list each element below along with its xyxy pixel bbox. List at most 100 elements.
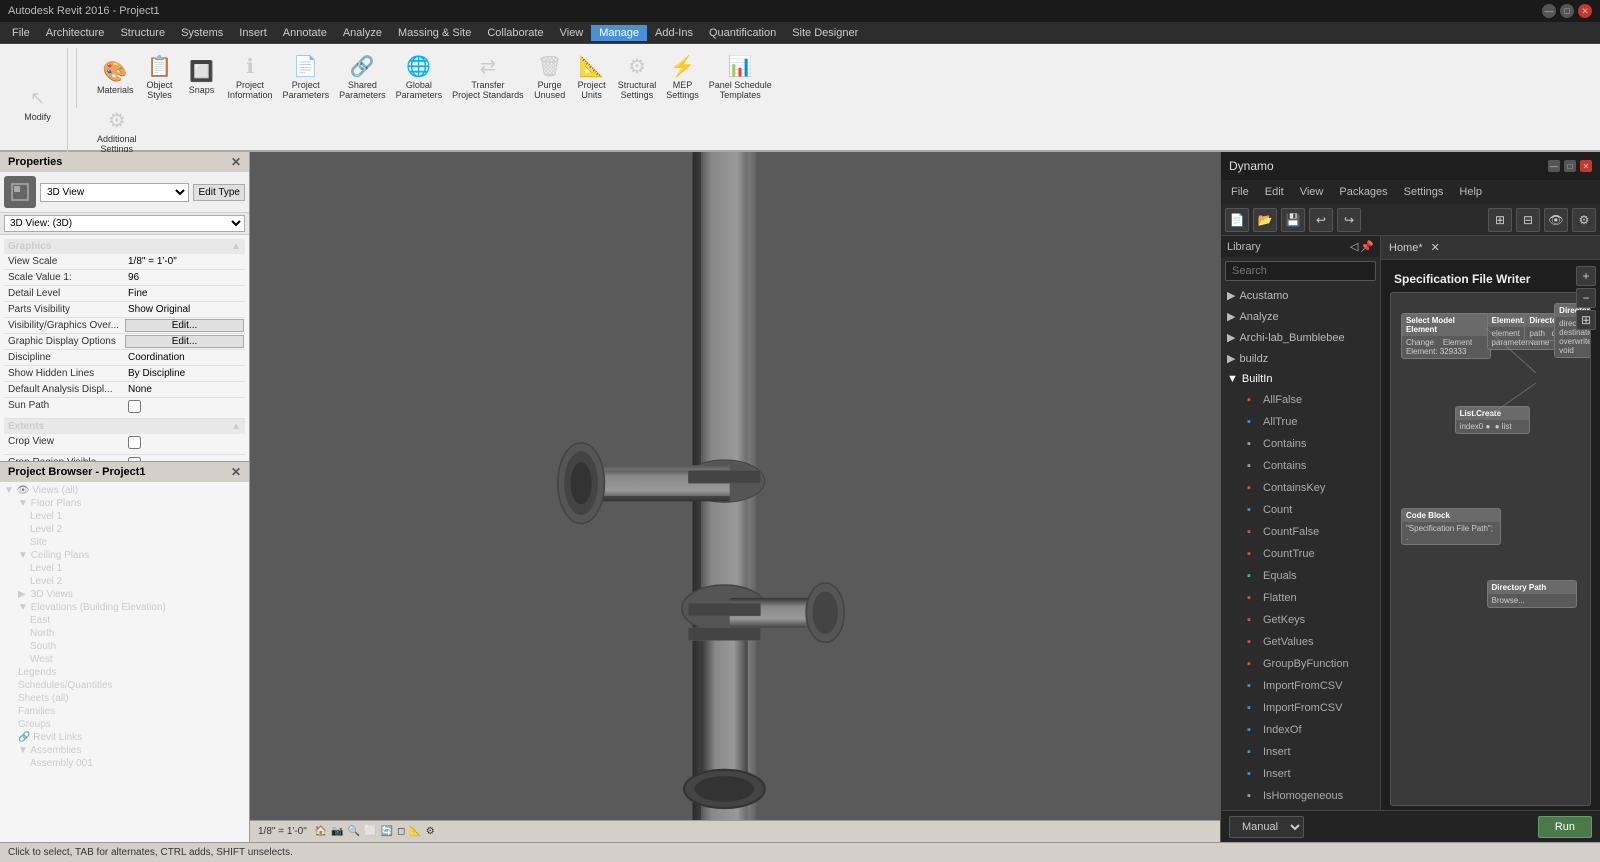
- lib-cat-builtin[interactable]: ▼ BuiltIn: [1221, 369, 1380, 389]
- tree-item-3d-views[interactable]: ▶ 3D Views: [2, 588, 247, 601]
- lib-item-counttrue[interactable]: ▪ CountTrue: [1221, 543, 1380, 565]
- tree-item-families[interactable]: Families: [2, 705, 247, 718]
- lib-item-importcsv2[interactable]: ▪ ImportFromCSV: [1221, 697, 1380, 719]
- menu-view[interactable]: View: [552, 25, 592, 41]
- maximize-button[interactable]: □: [1560, 4, 1574, 18]
- transfer-button[interactable]: ⇄ TransferProject Standards: [448, 50, 528, 102]
- dynamo-zoom-fit-button[interactable]: ⊞: [1488, 208, 1512, 232]
- tree-item-east[interactable]: East: [2, 614, 247, 627]
- menu-manage[interactable]: Manage: [591, 25, 647, 41]
- lib-item-importcsv1[interactable]: ▪ ImportFromCSV: [1221, 675, 1380, 697]
- tree-item-level2-fp[interactable]: Level 2: [2, 523, 247, 536]
- lib-item-flatten[interactable]: ▪ Flatten: [1221, 587, 1380, 609]
- panel-schedule-button[interactable]: 📊 Panel ScheduleTemplates: [705, 50, 776, 102]
- shared-params-button[interactable]: 🔗 SharedParameters: [335, 50, 390, 102]
- tree-item-sheets[interactable]: Sheets (all): [2, 692, 247, 705]
- tree-item-north[interactable]: North: [2, 627, 247, 640]
- dynamo-open-button[interactable]: 📂: [1253, 208, 1277, 232]
- materials-button[interactable]: 🎨 Materials: [93, 55, 138, 97]
- tree-item-west[interactable]: West: [2, 653, 247, 666]
- tree-item-assembly001[interactable]: Assembly 001: [2, 757, 247, 770]
- project-units-button[interactable]: 📐 ProjectUnits: [572, 50, 612, 102]
- lib-item-contains1[interactable]: ▪ Contains: [1221, 433, 1380, 455]
- lib-item-count[interactable]: ▪ Count: [1221, 499, 1380, 521]
- dynamo-preview-button[interactable]: 👁: [1544, 208, 1568, 232]
- menu-addins[interactable]: Add-Ins: [647, 25, 701, 41]
- library-expand-icon[interactable]: ◁: [1350, 240, 1358, 253]
- menu-massing[interactable]: Massing & Site: [390, 25, 479, 41]
- project-params-button[interactable]: 📄 ProjectParameters: [279, 50, 334, 102]
- graphic-display-edit-button[interactable]: Edit...: [125, 335, 244, 348]
- tree-item-elevations[interactable]: ▼ Elevations (Building Elevation): [2, 601, 247, 614]
- dynamo-node-area[interactable]: Specification File Writer Select Model E…: [1386, 268, 1595, 810]
- dynamo-menu-help[interactable]: Help: [1453, 184, 1488, 200]
- menu-systems[interactable]: Systems: [173, 25, 231, 41]
- library-pin-icon[interactable]: 📌: [1360, 240, 1374, 253]
- dyn-fit-button[interactable]: ⊞: [1576, 310, 1596, 330]
- close-button[interactable]: ✕: [1578, 4, 1592, 18]
- lib-item-countfalse[interactable]: ▪ CountFalse: [1221, 521, 1380, 543]
- dynamo-close[interactable]: ✕: [1580, 160, 1592, 172]
- tree-item-ceiling-plans[interactable]: ▼ Ceiling Plans: [2, 549, 247, 562]
- graphics-section[interactable]: Graphics ▲: [4, 239, 245, 254]
- additional-settings-button[interactable]: ⚙ AdditionalSettings: [93, 104, 141, 156]
- menu-sitedesigner[interactable]: Site Designer: [784, 25, 866, 41]
- run-mode-select[interactable]: Manual: [1229, 816, 1304, 838]
- lib-item-indexof[interactable]: ▪ IndexOf: [1221, 719, 1380, 741]
- dynamo-menu-settings[interactable]: Settings: [1398, 184, 1450, 200]
- node-workspace[interactable]: Select Model Element Change Element Elem…: [1390, 292, 1591, 806]
- tree-item-level1-cp[interactable]: Level 1: [2, 562, 247, 575]
- menu-insert[interactable]: Insert: [231, 25, 275, 41]
- tree-item-schedules[interactable]: Schedules/Quantities: [2, 679, 247, 692]
- dyn-zoom-out-button[interactable]: −: [1576, 288, 1596, 308]
- lib-item-getvalues[interactable]: ▪ GetValues: [1221, 631, 1380, 653]
- lib-cat-archilab[interactable]: ▶ Archi-lab_Bumblebee: [1221, 327, 1380, 348]
- select-model-node[interactable]: Select Model Element Change Element Elem…: [1401, 313, 1491, 359]
- dynamo-redo-button[interactable]: ↪: [1337, 208, 1361, 232]
- lib-cat-acustamo[interactable]: ▶ Acustamo: [1221, 285, 1380, 306]
- global-params-button[interactable]: 🌐 GlobalParameters: [392, 50, 447, 102]
- lib-item-containskey[interactable]: ▪ ContainsKey: [1221, 477, 1380, 499]
- menu-analyze[interactable]: Analyze: [335, 25, 390, 41]
- sun-path-checkbox[interactable]: [128, 400, 141, 413]
- object-styles-button[interactable]: 📋 ObjectStyles: [140, 50, 180, 102]
- home-tab-label[interactable]: Home*: [1389, 242, 1423, 254]
- browser-close-button[interactable]: ✕: [231, 465, 241, 479]
- properties-close-button[interactable]: ✕: [231, 155, 241, 169]
- home-tab-close[interactable]: ✕: [1431, 241, 1440, 254]
- lib-cat-analyze[interactable]: ▶ Analyze: [1221, 306, 1380, 327]
- lib-cat-buildz[interactable]: ▶ buildz: [1221, 348, 1380, 369]
- structural-settings-button[interactable]: ⚙ StructuralSettings: [614, 50, 661, 102]
- viewport[interactable]: 1/8" = 1'-0" 🏠 📷 🔍 ⬜ 🔄 ◻ 📐 ⚙: [250, 152, 1220, 842]
- modify-button[interactable]: ↖ Modify: [18, 82, 58, 124]
- tree-item-revit-links[interactable]: 🔗 Revit Links: [2, 731, 247, 744]
- minimize-button[interactable]: —: [1542, 4, 1556, 18]
- dynamo-minimize[interactable]: —: [1548, 160, 1560, 172]
- snaps-button[interactable]: 🔲 Snaps: [182, 55, 222, 97]
- mep-settings-button[interactable]: ⚡ MEPSettings: [662, 50, 703, 102]
- tree-item-views[interactable]: ▼ 👁 Views (all): [2, 484, 247, 497]
- code-block-node[interactable]: Code Block "Specification File Path"; .: [1401, 508, 1501, 545]
- dynamo-menu-file[interactable]: File: [1225, 184, 1255, 200]
- view-type-select[interactable]: 3D View: [40, 183, 189, 202]
- tree-item-floor-plans[interactable]: ▼ Floor Plans: [2, 497, 247, 510]
- tree-item-groups[interactable]: Groups: [2, 718, 247, 731]
- menu-quantification[interactable]: Quantification: [701, 25, 784, 41]
- project-info-button[interactable]: ℹ ProjectInformation: [224, 50, 277, 102]
- tree-item-south[interactable]: South: [2, 640, 247, 653]
- dir-path-node[interactable]: Directory Path Browse...: [1487, 580, 1577, 608]
- view-name-select[interactable]: 3D View: (3D): [4, 215, 245, 232]
- dynamo-save-button[interactable]: 💾: [1281, 208, 1305, 232]
- library-search-input[interactable]: [1225, 261, 1376, 281]
- lib-item-groupbyfunction[interactable]: ▪ GroupByFunction: [1221, 653, 1380, 675]
- dynamo-canvas[interactable]: Home* ✕ Specification File Writer Select…: [1381, 236, 1600, 810]
- menu-architecture[interactable]: Architecture: [38, 25, 113, 41]
- lib-item-equals[interactable]: ▪ Equals: [1221, 565, 1380, 587]
- dynamo-settings-btn[interactable]: ⚙: [1572, 208, 1596, 232]
- dyn-zoom-in-button[interactable]: +: [1576, 266, 1596, 286]
- tree-item-level1-fp[interactable]: Level 1: [2, 510, 247, 523]
- tree-item-level2-cp[interactable]: Level 2: [2, 575, 247, 588]
- lib-item-insert2[interactable]: ▪ Insert: [1221, 763, 1380, 785]
- tree-item-site-fp[interactable]: Site: [2, 536, 247, 549]
- dynamo-menu-view[interactable]: View: [1294, 184, 1330, 200]
